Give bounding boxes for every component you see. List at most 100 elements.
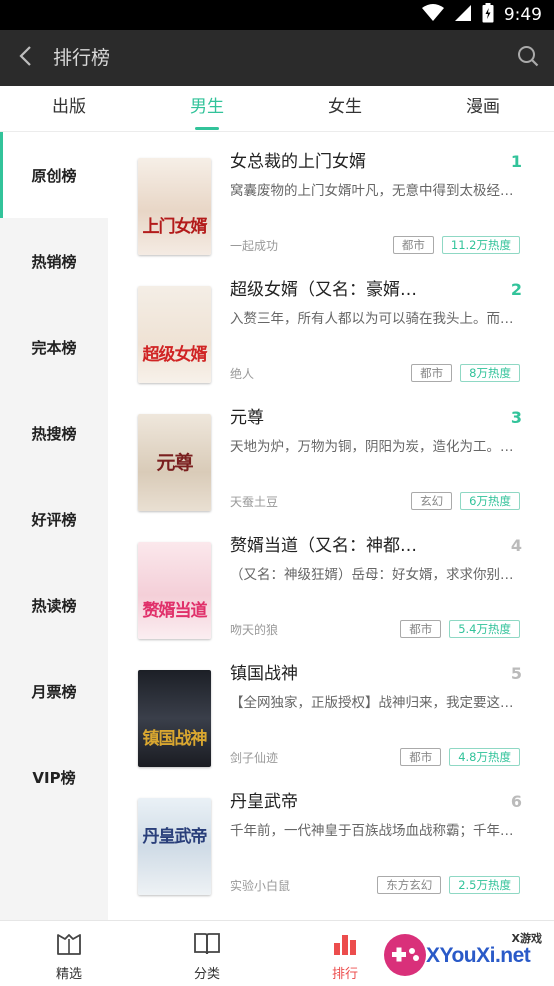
- nav-featured[interactable]: 精选: [0, 921, 138, 986]
- book-cover: 丹皇武帝: [138, 798, 211, 895]
- book-tags: 都市 4.8万热度: [400, 748, 520, 766]
- book-list: 上门女婿 女总裁的上门女婿 1 窝囊废物的上门女婿叶凡，无意中得到太极经… 一起…: [108, 132, 554, 920]
- rank-number: 4: [510, 536, 522, 555]
- gamepad-icon: [384, 934, 426, 976]
- book-author: 绝人: [230, 367, 255, 381]
- book-cover: 超级女婿: [138, 286, 211, 383]
- rank-number: 5: [510, 664, 522, 683]
- book-cover: 元尊: [138, 414, 211, 511]
- nav-label: 精选: [55, 967, 82, 982]
- sidebar-item-completed[interactable]: 完本榜: [0, 304, 108, 390]
- tab-comics[interactable]: 漫画: [414, 86, 552, 132]
- sidebar-item-monthly-votes[interactable]: 月票榜: [0, 648, 108, 734]
- book-description: 千年前，一代神皇于百族战场血战称霸；千年…: [230, 823, 514, 839]
- book-item[interactable]: 超级女婿 超级女婿（又名：豪婿… 2 入赘三年，所有人都以为可以骑在我头上。而……: [108, 260, 554, 388]
- rank-number: 3: [510, 408, 522, 427]
- book-description: 【全网独家，正版授权】战神归来，我定要这…: [230, 695, 514, 711]
- genre-tag: 东方玄幻: [377, 876, 442, 894]
- back-button[interactable]: [10, 42, 40, 74]
- sidebar-active-indicator: [0, 132, 3, 218]
- sidebar-item-top-rated[interactable]: 好评榜: [0, 476, 108, 562]
- book-author: 吻天的狼: [230, 623, 279, 637]
- sidebar-item-label: 热搜榜: [31, 424, 77, 443]
- sidebar-item-label: 月票榜: [31, 682, 77, 701]
- book-cover: 赘婿当道: [138, 542, 211, 639]
- cover-title: 元尊: [156, 452, 193, 474]
- book-tags: 东方玄幻 2.5万热度: [377, 876, 520, 894]
- tab-active-indicator: [195, 127, 219, 130]
- rank-number: 2: [510, 280, 522, 299]
- signal-icon: [454, 4, 472, 26]
- genre-tag: 都市: [411, 364, 453, 382]
- book-item[interactable]: 赘婿当道 赘婿当道（又名：神都… 4 （又名：神级狂婿）岳母：好女婿，求求你别……: [108, 516, 554, 644]
- heat-tag: 2.5万热度: [449, 876, 520, 894]
- book-author: 实验小白鼠: [230, 879, 291, 893]
- tab-male[interactable]: 男生: [138, 86, 276, 132]
- book-author: 一起成功: [230, 239, 279, 253]
- book-cover: 镇国战神: [138, 670, 211, 767]
- book-title: 赘婿当道（又名：神都…: [230, 536, 417, 556]
- search-button[interactable]: [512, 42, 544, 74]
- open-book-icon: [193, 930, 221, 958]
- sidebar-item-label: 原创榜: [31, 166, 77, 185]
- book-tags: 都市 5.4万热度: [400, 620, 520, 638]
- cover-title: 赘婿当道: [142, 601, 208, 621]
- nav-label: 分类: [193, 967, 220, 982]
- book-item[interactable]: 元尊 元尊 3 天地为炉，万物为铜，阴阳为炭，造化为工。… 天蚕土豆 玄幻 6万…: [108, 388, 554, 516]
- cover-title: 上门女婿: [142, 217, 208, 237]
- tab-publish[interactable]: 出版: [0, 86, 138, 132]
- top-bar: 排行榜: [0, 30, 554, 86]
- status-bar: 9:49: [0, 0, 554, 30]
- sidebar-item-label: 热销榜: [31, 252, 77, 271]
- sidebar-item-label: 好评榜: [31, 510, 77, 529]
- book-item[interactable]: 镇国战神 镇国战神 5 【全网独家，正版授权】战神归来，我定要这… 剑子仙迹 都…: [108, 644, 554, 772]
- tab-female[interactable]: 女生: [276, 86, 414, 132]
- sidebar-item-hot-search[interactable]: 热搜榜: [0, 390, 108, 476]
- book-item[interactable]: 上门女婿 女总裁的上门女婿 1 窝囊废物的上门女婿叶凡，无意中得到太极经… 一起…: [108, 132, 554, 260]
- search-icon: [516, 44, 540, 72]
- genre-tag: 都市: [400, 620, 442, 638]
- book-description: 窝囊废物的上门女婿叶凡，无意中得到太极经…: [230, 183, 514, 199]
- status-icons: 9:49: [421, 3, 542, 27]
- book-description: 天地为炉，万物为铜，阴阳为炭，造化为工。…: [230, 439, 514, 455]
- book-title: 超级女婿（又名：豪婿…: [230, 280, 417, 300]
- rank-number: 6: [510, 792, 522, 811]
- nav-categories[interactable]: 分类: [138, 921, 276, 986]
- book-title: 镇国战神: [230, 664, 298, 684]
- watermark-site: XYouXi.net: [426, 944, 531, 967]
- sidebar-item-original[interactable]: 原创榜: [0, 132, 108, 218]
- book-tags: 玄幻 6万热度: [411, 492, 520, 510]
- genre-tag: 都市: [392, 236, 434, 254]
- heat-tag: 11.2万热度: [441, 236, 520, 254]
- cover-title: 镇国战神: [142, 729, 208, 749]
- chevron-left-icon: [18, 45, 32, 71]
- bar-chart-icon: [331, 930, 359, 958]
- battery-icon: [482, 3, 494, 27]
- genre-tag: 玄幻: [411, 492, 453, 510]
- category-tabs: 出版 男生 女生 漫画: [0, 86, 554, 132]
- sidebar-item-bestselling[interactable]: 热销榜: [0, 218, 108, 304]
- book-author: 天蚕土豆: [230, 495, 279, 509]
- rank-number: 1: [510, 152, 522, 171]
- sidebar-item-label: VIP榜: [32, 768, 76, 787]
- book-tags: 都市 8万热度: [411, 364, 520, 382]
- book-item[interactable]: 丹皇武帝 丹皇武帝 6 千年前，一代神皇于百族战场血战称霸；千年… 实验小白鼠 …: [108, 772, 554, 900]
- heat-tag: 4.8万热度: [449, 748, 520, 766]
- heat-tag: 8万热度: [460, 364, 520, 382]
- cover-title: 超级女婿: [142, 345, 208, 365]
- status-time: 9:49: [503, 5, 542, 25]
- book-description: （又名：神级狂婿）岳母：好女婿，求求你别…: [230, 567, 514, 583]
- book-author: 剑子仙迹: [230, 751, 279, 765]
- sidebar-item-label: 完本榜: [31, 338, 77, 357]
- heat-tag: 5.4万热度: [449, 620, 520, 638]
- watermark-logo: X游戏 XYouXi.net: [380, 926, 550, 982]
- book-stack-icon: [55, 930, 83, 958]
- book-tags: 都市 11.2万热度: [392, 236, 520, 254]
- book-title: 元尊: [230, 408, 264, 428]
- sidebar-item-vip[interactable]: VIP榜: [0, 734, 108, 820]
- sidebar-item-hot-read[interactable]: 热读榜: [0, 562, 108, 648]
- book-title: 女总裁的上门女婿: [230, 152, 366, 172]
- heat-tag: 6万热度: [460, 492, 520, 510]
- genre-tag: 都市: [400, 748, 442, 766]
- book-cover: 上门女婿: [138, 158, 211, 255]
